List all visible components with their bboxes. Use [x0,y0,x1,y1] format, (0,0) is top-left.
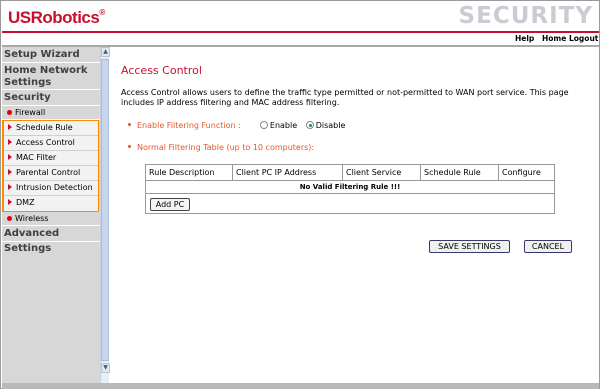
normal-filtering-label: Normal Filtering Table (up to 10 compute… [137,143,315,152]
triangle-right-icon [8,139,12,145]
bullet-dot-icon [7,216,12,221]
col-client-service: Client Service [343,165,421,181]
sidebar-item-mac-filter[interactable]: MAC Filter [4,151,98,166]
add-pc-button[interactable]: Add PC [150,198,190,211]
col-configure: Configure [502,168,541,177]
sidebar-item-label: Intrusion Detection [16,183,93,192]
disable-radio[interactable] [305,121,314,129]
page-section-title: SECURITY [458,3,593,29]
page-title: Access Control [121,64,202,77]
page-description: Access Control allows users to define th… [121,88,569,107]
save-settings-button[interactable]: SAVE SETTINGS [429,240,510,253]
header: USRobotics® SECURITY [2,2,599,32]
enable-radio-label: Enable [269,121,298,130]
home-link[interactable]: Home [542,34,566,43]
bullet-icon [128,145,131,148]
sidebar-item-label: Access Control [16,138,75,147]
cancel-button[interactable]: CANCEL [524,240,572,253]
nav-home-network-settings[interactable]: Home Network Settings [2,63,100,90]
col-rule-description: Rule Description [146,165,233,181]
sidebar-item-dmz[interactable]: DMZ [4,196,98,211]
scroll-thumb[interactable] [101,59,109,361]
window-frame: USRobotics® SECURITY Help Home Logout Se… [0,0,600,389]
nav-wireless[interactable]: Wireless [2,212,100,226]
col-schedule-rule: Schedule Rule [421,165,499,181]
filtering-table: Rule Description Client PC IP Address Cl… [145,164,555,214]
nav-security[interactable]: Security [2,90,100,106]
main-content: Access Control Access Control allows use… [111,47,597,383]
nav-firewall[interactable]: Firewall [2,106,100,120]
sidebar-item-label: Parental Control [16,168,81,177]
scroll-down-icon[interactable]: ▼ [101,363,110,373]
sidebar-item-label: Schedule Rule [16,123,73,132]
nav-advanced-settings[interactable]: Advanced Settings [2,226,100,254]
sidebar-item-schedule-rule[interactable]: Schedule Rule [4,121,98,136]
enable-filtering-row: Enable Filtering Function : Enable Disab… [128,121,351,130]
nav-firewall-label: Firewall [15,108,46,117]
nav-home-network-label-1: Home Network [4,65,88,76]
sidebar-item-intrusion-detection[interactable]: Intrusion Detection [4,181,98,196]
sidebar-item-parental-control[interactable]: Parental Control [4,166,98,181]
sidebar: Setup Wizard Home Network Settings Secur… [2,47,100,383]
sidebar-scrollbar[interactable]: ▲ ▼ [100,47,110,383]
nav-wireless-label: Wireless [15,214,49,223]
bullet-icon [128,123,131,126]
triangle-right-icon [8,154,12,160]
nav-setup-wizard[interactable]: Setup Wizard [2,47,100,63]
triangle-right-icon [8,199,12,205]
col-client-pc-ip: Client PC IP Address [233,165,343,181]
table-header: Rule Description Client PC IP Address Cl… [146,165,554,181]
triangle-right-icon [8,184,12,190]
nav-home-network-label-2: Settings [4,77,52,88]
help-link[interactable]: Help [515,34,534,43]
top-links: Help Home Logout [2,33,599,45]
firewall-submenu: Schedule Rule Access Control MAC Filter … [2,120,99,212]
bullet-dot-icon [7,110,12,115]
enable-filtering-label: Enable Filtering Function : [137,121,241,130]
normal-filtering-row: Normal Filtering Table (up to 10 compute… [128,143,314,152]
usrobotics-logo: USRobotics® [8,8,105,27]
sidebar-item-label: MAC Filter [16,153,57,162]
enable-radio[interactable] [259,121,268,129]
sidebar-item-label: DMZ [16,198,35,207]
bottom-bar [2,383,599,389]
scroll-up-icon[interactable]: ▲ [101,47,110,57]
logout-link[interactable]: Logout [569,34,598,43]
triangle-right-icon [8,124,12,130]
disable-radio-label: Disable [315,121,346,130]
triangle-right-icon [8,169,12,175]
sidebar-item-access-control[interactable]: Access Control [4,136,98,151]
empty-table-message: No Valid Filtering Rule !!! [146,181,554,194]
